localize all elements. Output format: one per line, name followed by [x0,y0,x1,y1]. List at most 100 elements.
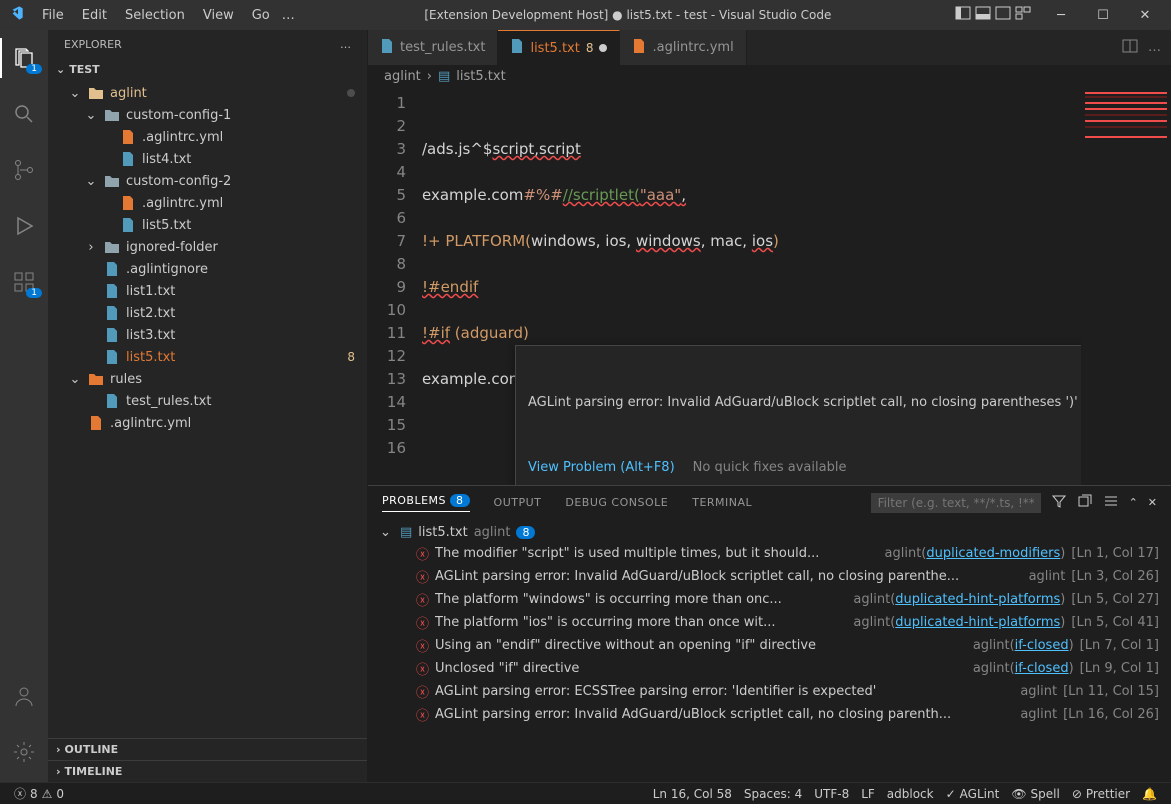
folder-row[interactable]: ⌄aglint [48,82,367,104]
problem-location: [Ln 1, Col 17] [1071,546,1159,561]
activity-settings[interactable] [0,732,48,772]
menu-edit[interactable]: Edit [76,4,113,27]
layout-panel-right-icon[interactable] [995,5,1011,25]
activity-extensions[interactable]: 1 [0,262,48,302]
editor-tab[interactable]: .aglintrc.yml [620,30,746,65]
breadcrumb[interactable]: aglint › ▤ list5.txt [368,65,1171,88]
code-editor[interactable]: 12345678910111213141516 /ads.js^$script,… [368,88,1171,485]
layout-custom-icon[interactable] [1015,5,1031,25]
problem-row[interactable]: ⓧAGLint parsing error: Invalid AdGuard/u… [376,565,1163,588]
file-row[interactable]: .aglintrc.yml [48,126,367,148]
sidebar-more-icon[interactable]: … [340,38,351,51]
layout-panel-left-icon[interactable] [955,5,971,25]
panel-close-icon[interactable]: ✕ [1148,496,1157,509]
problem-row[interactable]: ⓧUsing an "endif" directive without an o… [376,634,1163,657]
filter-icon[interactable] [1051,493,1067,512]
status-prettier[interactable]: ⊘Prettier [1066,787,1136,801]
folder-row[interactable]: ›ignored-folder [48,236,367,258]
problem-message: Unclosed "if" directive [435,661,967,676]
menu-view[interactable]: View [197,4,240,27]
minimize-icon[interactable]: ─ [1043,8,1079,23]
file-row[interactable]: list5.txt [48,214,367,236]
problem-file-badge: 8 [516,526,535,539]
layout-panel-bottom-icon[interactable] [975,5,991,25]
editor-tab[interactable]: test_rules.txt [368,30,498,65]
problem-row[interactable]: ⓧAGLint parsing error: ECSSTree parsing … [376,680,1163,703]
problem-row[interactable]: ⓧUnclosed "if" directive aglint(if-close… [376,657,1163,680]
breadcrumb-folder[interactable]: aglint [384,69,421,84]
problem-rule[interactable]: duplicated-modifiers [926,546,1060,561]
status-language[interactable]: adblock [881,787,940,801]
maximize-icon[interactable]: ☐ [1085,8,1121,23]
tab-debug-console[interactable]: DEBUG CONSOLE [565,496,668,509]
file-icon: ▤ [400,525,412,540]
activity-account[interactable] [0,676,48,716]
file-row[interactable]: list2.txt [48,302,367,324]
status-spaces[interactable]: Spaces: 4 [738,787,808,801]
file-row[interactable]: list5.txt8 [48,346,367,368]
code-content[interactable]: /ads.js^$script,scriptexample.com#%#//sc… [422,88,1081,485]
problem-file[interactable]: ⌄ ▤ list5.txt aglint 8 [376,523,1163,542]
problem-row[interactable]: ⓧThe platform "windows" is occurring mor… [376,588,1163,611]
problem-rule[interactable]: duplicated-hint-platforms [895,615,1060,630]
problem-message: The modifier "script" is used multiple t… [435,546,879,561]
file-row[interactable]: list4.txt [48,148,367,170]
error-icon: ⓧ [416,590,429,609]
tab-more-icon[interactable]: … [1148,40,1161,55]
problems-filter[interactable] [871,493,1041,513]
problem-row[interactable]: ⓧThe modifier "script" is used multiple … [376,542,1163,565]
status-bell-icon[interactable]: 🔔 [1136,787,1163,801]
folder-row[interactable]: ⌄custom-config-1 [48,104,367,126]
file-row[interactable]: list1.txt [48,280,367,302]
activity-scm[interactable] [0,150,48,190]
status-cursor[interactable]: Ln 16, Col 58 [647,787,738,801]
activity-debug[interactable] [0,206,48,246]
status-aglint[interactable]: ✓AGLint [940,787,1006,801]
activity-search[interactable] [0,94,48,134]
tab-problems[interactable]: PROBLEMS8 [382,494,470,512]
folder-root[interactable]: ⌄ TEST [48,59,367,80]
panel-maximize-icon[interactable]: ⌃ [1129,496,1138,509]
extensions-badge: 1 [26,288,42,298]
file-row[interactable]: .aglintrc.yml [48,412,367,434]
menu-selection[interactable]: Selection [119,4,191,27]
split-editor-icon[interactable] [1122,38,1138,58]
menu-more-icon[interactable]: … [276,4,301,27]
view-problem-link[interactable]: View Problem (Alt+F8) [528,458,675,478]
editor-tab[interactable]: list5.txt8 [498,30,620,65]
show-as-tree-icon[interactable] [1103,493,1119,512]
file-row[interactable]: test_rules.txt [48,390,367,412]
status-errors[interactable]: ⓧ8 ⚠0 [8,785,70,802]
folder-row[interactable]: ⌄rules [48,368,367,390]
check-icon: ✓ [946,787,956,801]
status-encoding[interactable]: UTF-8 [808,787,855,801]
folder-row[interactable]: ⌄custom-config-2 [48,170,367,192]
breadcrumb-file[interactable]: list5.txt [456,69,505,84]
collapse-all-icon[interactable] [1077,493,1093,512]
item-label: ignored-folder [126,240,359,255]
minimap[interactable] [1081,88,1171,485]
chevron-down-icon: ⌄ [56,63,65,76]
file-row[interactable]: .aglintignore [48,258,367,280]
menu-go[interactable]: Go [246,4,276,27]
tab-output[interactable]: OUTPUT [494,496,542,509]
file-row[interactable]: .aglintrc.yml [48,192,367,214]
tab-terminal[interactable]: TERMINAL [692,496,752,509]
outline-section[interactable]: ›OUTLINE [48,738,367,760]
problem-row[interactable]: ⓧThe platform "ios" is occurring more th… [376,611,1163,634]
activity-explorer[interactable]: 1 [0,38,48,78]
no-fixes-label: No quick fixes available [693,458,847,478]
bottom-panel: PROBLEMS8 OUTPUT DEBUG CONSOLE TERMINAL … [368,485,1171,782]
problem-rule[interactable]: if-closed [1015,661,1069,676]
panel-tabs: PROBLEMS8 OUTPUT DEBUG CONSOLE TERMINAL … [368,486,1171,519]
close-icon[interactable]: ✕ [1127,8,1163,23]
timeline-section[interactable]: ›TIMELINE [48,760,367,782]
status-spell[interactable]: 👁Spell [1005,787,1066,801]
problem-row[interactable]: ⓧAGLint parsing error: Invalid AdGuard/u… [376,703,1163,726]
status-eol[interactable]: LF [855,787,881,801]
file-row[interactable]: list3.txt [48,324,367,346]
file-icon [380,38,394,58]
menu-file[interactable]: File [36,4,70,27]
problem-rule[interactable]: if-closed [1015,638,1069,653]
problem-rule[interactable]: duplicated-hint-platforms [895,592,1060,607]
